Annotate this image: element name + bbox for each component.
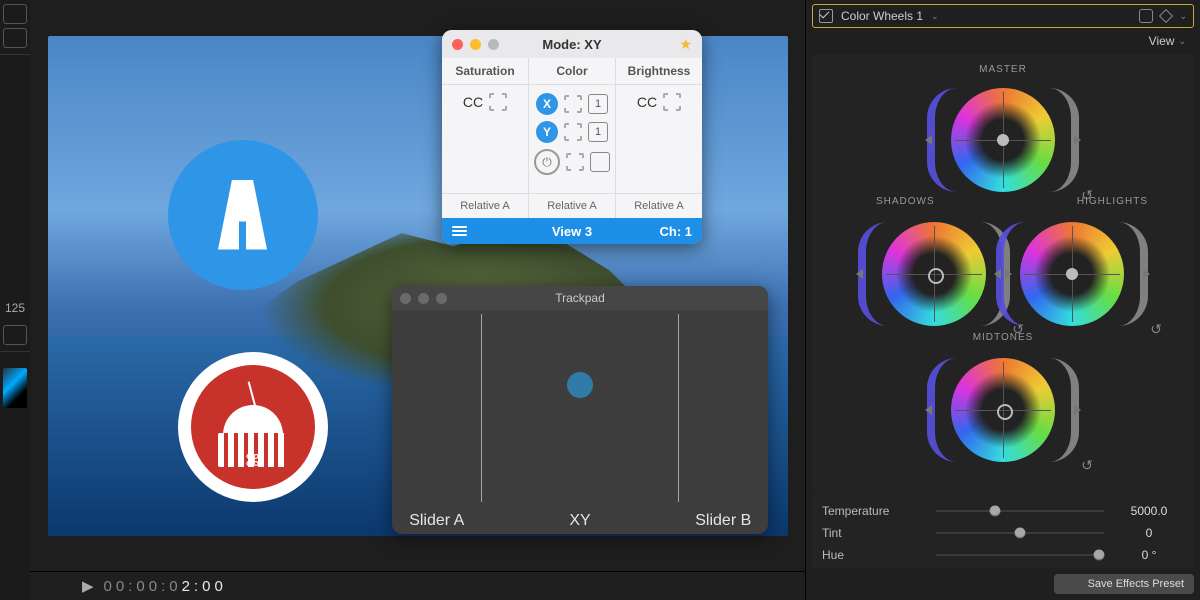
timecode-display[interactable]: 00:00:02:00 — [104, 578, 227, 595]
inspector-title[interactable]: Color Wheels 1 — [841, 9, 923, 23]
color-wheel-midtones[interactable]: ↺ — [941, 348, 1065, 472]
target-icon — [564, 95, 582, 113]
mode-bottom-bar: View 3 Ch: 1 — [442, 218, 702, 244]
inspector-view-menu[interactable]: View⌄ — [806, 28, 1200, 54]
left-strip-icon-1[interactable] — [3, 4, 27, 24]
mode-view-label[interactable]: View 3 — [442, 224, 702, 239]
chevron-down-icon[interactable]: ⌄ — [1179, 11, 1187, 22]
param-row-tint: Tint 0 — [822, 522, 1184, 544]
target-icon — [489, 93, 507, 111]
target-icon — [564, 123, 582, 141]
inspector-panel: Color Wheels 1 ⌄ ⌄ View⌄ MASTER SHADOWS … — [805, 0, 1200, 600]
wheel-left-arrow-icon[interactable] — [925, 405, 932, 415]
trackpad-slider-a[interactable] — [392, 310, 481, 508]
overlay-app-icon-audiograph — [168, 140, 318, 290]
viewer-panel: ⌘ Mode: XY ★ Sat — [30, 0, 805, 600]
save-effects-preset-button[interactable]: Save Effects Preset — [1054, 574, 1194, 594]
param-value[interactable]: 0 ° — [1114, 548, 1184, 562]
param-row-hue: Hue 0 ° — [822, 544, 1184, 566]
mode-column-saturation[interactable]: Saturation — [442, 58, 529, 84]
slider-knob[interactable] — [1093, 550, 1104, 561]
color-wheel-highlights[interactable]: ↺ — [1010, 212, 1134, 336]
param-slider[interactable] — [936, 532, 1104, 534]
color-wheel-shadows[interactable]: ↺ — [872, 212, 996, 336]
color-y-row[interactable]: Y 1 — [536, 121, 608, 143]
target-icon — [663, 93, 681, 111]
trackpad-popup[interactable]: Trackpad Slider A XY Slider B — [392, 286, 768, 534]
wheel-left-arrow-icon[interactable] — [856, 269, 863, 279]
trackpad-label-xy: XY — [482, 512, 679, 530]
axis-x-button[interactable]: X — [536, 93, 558, 115]
mode-column-brightness[interactable]: Brightness — [616, 58, 702, 84]
color-wheel-master[interactable]: ↺ — [941, 78, 1065, 202]
param-slider[interactable] — [936, 554, 1104, 556]
mask-icon[interactable] — [1139, 9, 1153, 23]
wheel-label-shadows: SHADOWS — [876, 196, 935, 207]
color-params: Temperature 5000.0 Tint 0 Hue 0 ° — [812, 496, 1194, 568]
trackpad-label-b: Slider B — [678, 512, 768, 530]
target-icon — [566, 153, 584, 171]
mode-titlebar[interactable]: Mode: XY ★ — [442, 30, 702, 58]
power-value-empty[interactable] — [590, 152, 610, 172]
axis-y-button[interactable]: Y — [536, 121, 558, 143]
color-wheels-area: MASTER SHADOWS HIGHLIGHTS MIDTONES ↺ ↺ ↺ — [812, 54, 1194, 496]
param-value[interactable]: 5000.0 — [1114, 504, 1184, 518]
overlay-app-icon-commandpost: ⌘ — [178, 352, 328, 502]
mode-body-color: X 1 Y 1 ⏻ — [529, 85, 616, 193]
mode-column-color[interactable]: Color — [529, 58, 616, 84]
mode-foot-saturation[interactable]: Relative A — [442, 194, 529, 218]
left-library-strip: 125 — [0, 0, 30, 600]
param-label: Hue — [822, 548, 926, 562]
wheel-label-midtones: MIDTONES — [812, 332, 1194, 343]
left-strip-icon-2[interactable] — [3, 28, 27, 48]
clip-count: 125 — [5, 301, 25, 315]
axis-x-value[interactable]: 1 — [588, 94, 608, 114]
color-power-row[interactable]: ⏻ — [534, 149, 610, 175]
wheel-left-arrow-icon[interactable] — [925, 135, 932, 145]
wheel-left-arrow-icon[interactable] — [994, 269, 1001, 279]
inspector-header[interactable]: Color Wheels 1 ⌄ ⌄ — [812, 4, 1194, 28]
effect-enabled-checkbox[interactable] — [819, 9, 833, 23]
wheel-right-arrow-icon[interactable] — [1074, 405, 1081, 415]
timeline-footer: ▶ 00:00:02:00 — [30, 571, 805, 600]
favorite-star-icon[interactable]: ★ — [679, 36, 692, 53]
slider-knob[interactable] — [1015, 528, 1026, 539]
play-icon[interactable]: ▶ — [82, 577, 94, 595]
param-value[interactable]: 0 — [1114, 526, 1184, 540]
param-label: Temperature — [822, 504, 926, 518]
trackpad-ball[interactable] — [567, 372, 593, 398]
wheel-right-arrow-icon[interactable] — [1143, 269, 1150, 279]
param-row-temperature: Temperature 5000.0 — [822, 500, 1184, 522]
left-thumbnail[interactable] — [3, 368, 27, 408]
trackpad-xy-pad[interactable] — [482, 310, 678, 508]
trackpad-titlebar[interactable]: Trackpad — [392, 286, 768, 310]
mode-foot-brightness[interactable]: Relative A — [616, 194, 702, 218]
wheel-label-master: MASTER — [812, 64, 1194, 75]
chevron-down-icon[interactable]: ⌄ — [931, 11, 939, 22]
mode-xy-popup[interactable]: Mode: XY ★ Saturation Color Brightness C… — [442, 30, 702, 244]
reset-icon[interactable]: ↺ — [1081, 187, 1093, 204]
mode-body-brightness: CC — [616, 85, 702, 193]
power-icon[interactable]: ⏻ — [534, 149, 560, 175]
param-slider[interactable] — [936, 510, 1104, 512]
color-x-row[interactable]: X 1 — [536, 93, 608, 115]
trackpad-title: Trackpad — [392, 291, 768, 305]
trackpad-label-a: Slider A — [392, 512, 482, 530]
axis-y-value[interactable]: 1 — [588, 122, 608, 142]
keyframe-icon[interactable] — [1159, 9, 1173, 23]
saturation-cc-button[interactable]: CC — [463, 93, 507, 111]
trackpad-slider-b[interactable] — [679, 310, 768, 508]
mode-title: Mode: XY — [442, 37, 702, 52]
brightness-cc-button[interactable]: CC — [637, 93, 681, 111]
mode-body-saturation: CC — [442, 85, 529, 193]
param-label: Tint — [822, 526, 926, 540]
slider-knob[interactable] — [989, 506, 1000, 517]
left-strip-icon-3[interactable] — [3, 325, 27, 345]
reset-icon[interactable]: ↺ — [1081, 457, 1093, 474]
reset-icon[interactable]: ↺ — [1150, 321, 1162, 338]
wheel-right-arrow-icon[interactable] — [1074, 135, 1081, 145]
mode-foot-color[interactable]: Relative A — [529, 194, 616, 218]
